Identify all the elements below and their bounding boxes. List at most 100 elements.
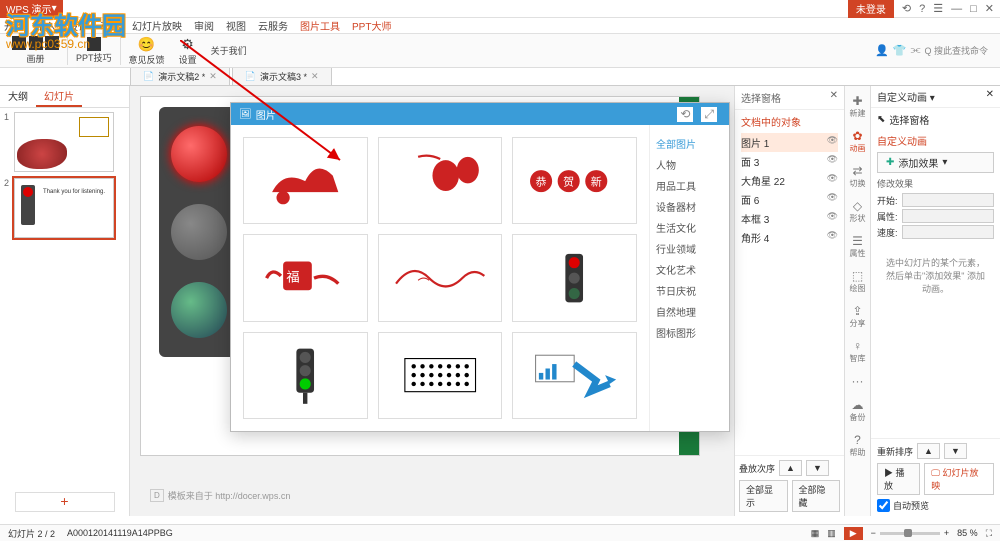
ts-share[interactable]: ⇪分享: [846, 300, 870, 333]
ts-trans[interactable]: ⇄切换: [846, 160, 870, 193]
sel-item-5[interactable]: 本框 3👁: [741, 209, 838, 228]
cat-industry[interactable]: 行业领域: [656, 238, 723, 259]
close-button[interactable]: ✕: [985, 2, 994, 15]
doc-tab-2[interactable]: 📄演示文稿3 *✕: [232, 67, 332, 85]
menu-slideshow[interactable]: 幻灯片放映: [132, 18, 182, 33]
traffic-light-image[interactable]: [159, 107, 239, 357]
ts-new[interactable]: ✚新建: [846, 90, 870, 123]
cat-equip[interactable]: 设备器材: [656, 196, 723, 217]
image-item-3[interactable]: 恭贺新: [512, 137, 637, 224]
login-button[interactable]: 未登录: [848, 0, 894, 18]
speed-dropdown[interactable]: [902, 225, 994, 239]
eye-icon[interactable]: 👁: [827, 230, 838, 245]
ts-draw[interactable]: ⬚绘图: [846, 265, 870, 298]
link-icon[interactable]: ⫘: [911, 44, 921, 57]
ts-help[interactable]: ?帮助: [846, 429, 870, 462]
sel-item-2[interactable]: 面 3👁: [741, 152, 838, 171]
sel-item-3[interactable]: 大角星 22👁: [741, 171, 838, 190]
close-anim-icon[interactable]: ✕: [986, 89, 994, 104]
zoom-in[interactable]: +: [944, 528, 949, 538]
refresh-icon[interactable]: ⟲: [677, 107, 693, 122]
eye-icon[interactable]: 👁: [827, 154, 838, 169]
prop-dropdown[interactable]: [902, 209, 994, 223]
view-normal-icon[interactable]: ▦: [811, 528, 820, 539]
move-up-button[interactable]: ▲: [779, 460, 802, 476]
autopreview-check[interactable]: 自动预览: [877, 499, 994, 512]
cat-tools[interactable]: 用品工具: [656, 175, 723, 196]
menu-icon[interactable]: ☰: [933, 2, 943, 15]
close-pane-icon[interactable]: ✕: [830, 90, 838, 105]
open-selection-pane[interactable]: ⬉选择窗格: [871, 108, 1000, 131]
image-item-1[interactable]: [243, 137, 368, 224]
user-icon[interactable]: 👤: [875, 44, 889, 57]
app-badge[interactable]: WPS 演示 ▾: [0, 0, 63, 18]
slide-thumb-1[interactable]: [14, 112, 114, 172]
maximize-button[interactable]: □: [970, 3, 977, 15]
image-item-2[interactable]: [378, 137, 503, 224]
cat-nature[interactable]: 自然地理: [656, 301, 723, 322]
menu-view[interactable]: 视图: [226, 18, 246, 33]
play-icon[interactable]: ▶: [844, 527, 863, 540]
help-icon[interactable]: ?: [919, 3, 925, 15]
menu-anim[interactable]: 动画: [100, 18, 120, 33]
eye-icon[interactable]: 👁: [827, 211, 838, 226]
sel-item-1[interactable]: 图片 1👁: [741, 133, 838, 152]
menu-design[interactable]: 设计: [68, 18, 88, 33]
minimize-button[interactable]: —: [951, 3, 962, 15]
menu-pptmaster[interactable]: PPT大师: [352, 18, 391, 33]
sel-item-6[interactable]: 角形 4👁: [741, 228, 838, 247]
ribbon-feedback[interactable]: 😊意见反馈: [123, 36, 171, 66]
image-item-8[interactable]: [378, 332, 503, 419]
slide-thumb-2[interactable]: Thank you for listening.: [14, 178, 114, 238]
close-tab-icon[interactable]: ✕: [311, 71, 319, 82]
menu-insert[interactable]: 插入: [36, 18, 56, 33]
menu-review[interactable]: 审阅: [194, 18, 214, 33]
cat-festival[interactable]: 节日庆祝: [656, 280, 723, 301]
cat-life[interactable]: 生活文化: [656, 217, 723, 238]
ts-prop[interactable]: ☰属性: [846, 230, 870, 263]
cat-art[interactable]: 文化艺术: [656, 259, 723, 280]
ts-anim[interactable]: ✿动画: [846, 125, 870, 158]
ribbon-settings[interactable]: ⚙设置: [173, 36, 203, 66]
ribbon-about[interactable]: 关于我们: [205, 44, 253, 57]
move-down-button[interactable]: ▼: [806, 460, 829, 476]
search-placeholder[interactable]: Q 搜此查找命令: [924, 44, 988, 57]
cat-icons[interactable]: 图标图形: [656, 322, 723, 343]
reorder-up[interactable]: ▲: [917, 443, 940, 459]
add-slide-button[interactable]: +: [15, 492, 115, 512]
menu-pictools[interactable]: 图片工具: [300, 18, 340, 33]
menu-start[interactable]: 开始: [4, 18, 24, 33]
show-all-button[interactable]: 全部显示: [739, 480, 788, 512]
view-sorter-icon[interactable]: ▥: [827, 528, 836, 539]
close-tab-icon[interactable]: ✕: [209, 71, 217, 82]
start-dropdown[interactable]: [902, 193, 994, 207]
menu-cloud[interactable]: 云服务: [258, 18, 288, 33]
add-effect-button[interactable]: ✚添加效果 ▾: [877, 152, 994, 173]
cat-people[interactable]: 人物: [656, 154, 723, 175]
image-item-7[interactable]: [243, 332, 368, 419]
outline-tab[interactable]: 大纲: [0, 86, 36, 107]
eye-icon[interactable]: 👁: [827, 135, 838, 150]
ts-backup[interactable]: ☁备份: [846, 394, 870, 427]
image-item-5[interactable]: [378, 234, 503, 321]
slideshow-button[interactable]: 🖵 幻灯片放映: [924, 463, 994, 495]
slides-tab[interactable]: 幻灯片: [36, 86, 82, 107]
eye-icon[interactable]: 👁: [827, 173, 838, 188]
image-item-6[interactable]: [512, 234, 637, 321]
ts-shape[interactable]: ◇形状: [846, 195, 870, 228]
image-item-4[interactable]: 福: [243, 234, 368, 321]
ts-lib[interactable]: ♀智库: [846, 335, 870, 368]
cat-all[interactable]: 全部图片: [656, 133, 723, 154]
doc-tab-1[interactable]: 📄演示文稿2 *✕: [130, 67, 230, 85]
reorder-down[interactable]: ▼: [944, 443, 967, 459]
refresh-icon[interactable]: ⟲: [902, 2, 911, 15]
expand-icon[interactable]: ⤢: [701, 107, 717, 122]
play-button[interactable]: ▶ 播放: [877, 463, 920, 495]
fit-icon[interactable]: ⛶: [986, 528, 992, 539]
ribbon-album[interactable]: 画册: [6, 36, 65, 65]
sel-item-4[interactable]: 面 6👁: [741, 190, 838, 209]
ribbon-tips[interactable]: PPT技巧: [70, 37, 118, 64]
skin-icon[interactable]: 👕: [893, 44, 907, 57]
eye-icon[interactable]: 👁: [827, 192, 838, 207]
zoom-slider[interactable]: [880, 532, 940, 535]
